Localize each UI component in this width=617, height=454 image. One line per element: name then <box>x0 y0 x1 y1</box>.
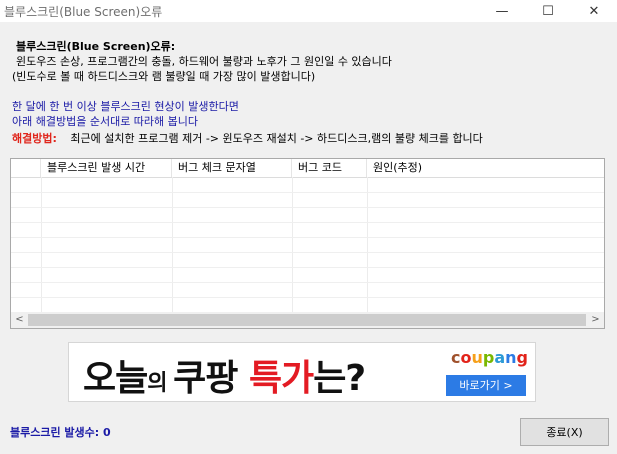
table-row <box>11 268 604 283</box>
ad-headline: 오늘의 쿠팡 특가는? <box>83 349 366 401</box>
solution-text: 최근에 설치한 프로그램 제거 -> 윈도우즈 재설치 -> 하드디스크,램의 … <box>70 132 483 145</box>
minimize-button[interactable]: — <box>479 0 525 22</box>
solution-line: 해결방법: 최근에 설치한 프로그램 제거 -> 윈도우즈 재설치 -> 하드디… <box>12 131 483 146</box>
close-button[interactable]: ✕ <box>571 0 617 22</box>
frequency-text: (빈도수로 볼 때 하드디스크와 램 불량일 때 가장 많이 발생합니다) <box>12 70 316 83</box>
column-header-index[interactable] <box>11 159 41 177</box>
ad-text-special: 특가 <box>248 358 314 399</box>
table-row <box>11 253 604 268</box>
table-row <box>11 208 604 223</box>
info-text-2: 아래 해결방법을 순서대로 따라해 봅니다 <box>12 115 199 128</box>
scroll-right-icon[interactable]: > <box>587 312 604 328</box>
maximize-icon: ☐ <box>542 3 554 19</box>
info-text-1: 한 달에 한 번 이상 블루스크린 현상이 발생한다면 <box>12 100 239 113</box>
table-row <box>11 178 604 193</box>
solution-label: 해결방법: <box>12 132 57 145</box>
exit-button[interactable]: 종료(X) <box>520 418 609 446</box>
ad-text-coupang: 쿠팡 <box>173 358 249 399</box>
maximize-button[interactable]: ☐ <box>525 0 571 22</box>
scrollbar-thumb[interactable] <box>28 314 586 326</box>
bluescreen-list[interactable]: 블루스크린 발생 시간 버그 체크 문자열 버그 코드 원인(추정) < > <box>10 158 605 329</box>
coupang-ad-banner[interactable]: 오늘의 쿠팡 특가는? coupang coupang 바로가기 > <box>68 342 536 402</box>
column-header-time[interactable]: 블루스크린 발생 시간 <box>41 159 172 177</box>
list-header: 블루스크린 발생 시간 버그 체크 문자열 버그 코드 원인(추정) <box>11 159 604 178</box>
coupang-logo: coupang coupang <box>451 348 528 367</box>
close-icon: ✕ <box>588 3 600 19</box>
table-row <box>11 223 604 238</box>
cause-text: 윈도우즈 손상, 프로그램간의 충돌, 하드웨어 불량과 노후가 그 원인일 수… <box>16 55 392 68</box>
bluescreen-count: 블루스크린 발생수: 0 <box>10 426 111 439</box>
table-row <box>11 238 604 253</box>
column-header-cause[interactable]: 원인(추정) <box>367 159 604 177</box>
ad-text-of: 의 <box>147 371 174 396</box>
column-header-bugcheck-string[interactable]: 버그 체크 문자열 <box>172 159 292 177</box>
column-header-bug-code[interactable]: 버그 코드 <box>292 159 367 177</box>
window-title: 블루스크린(Blue Screen)오류 <box>4 5 163 19</box>
ad-go-button[interactable]: 바로가기 > <box>446 375 526 396</box>
ad-text-today: 오늘 <box>83 358 148 399</box>
title-bar: 블루스크린(Blue Screen)오류 — ☐ ✕ <box>0 0 617 22</box>
error-heading: 블루스크린(Blue Screen)오류: <box>16 40 176 53</box>
horizontal-scrollbar[interactable]: < > <box>11 312 604 328</box>
table-row <box>11 193 604 208</box>
minimize-icon: — <box>495 3 509 19</box>
scroll-left-icon[interactable]: < <box>11 312 28 328</box>
ad-text-question: 는? <box>313 358 366 399</box>
table-row <box>11 298 604 313</box>
table-row <box>11 283 604 298</box>
